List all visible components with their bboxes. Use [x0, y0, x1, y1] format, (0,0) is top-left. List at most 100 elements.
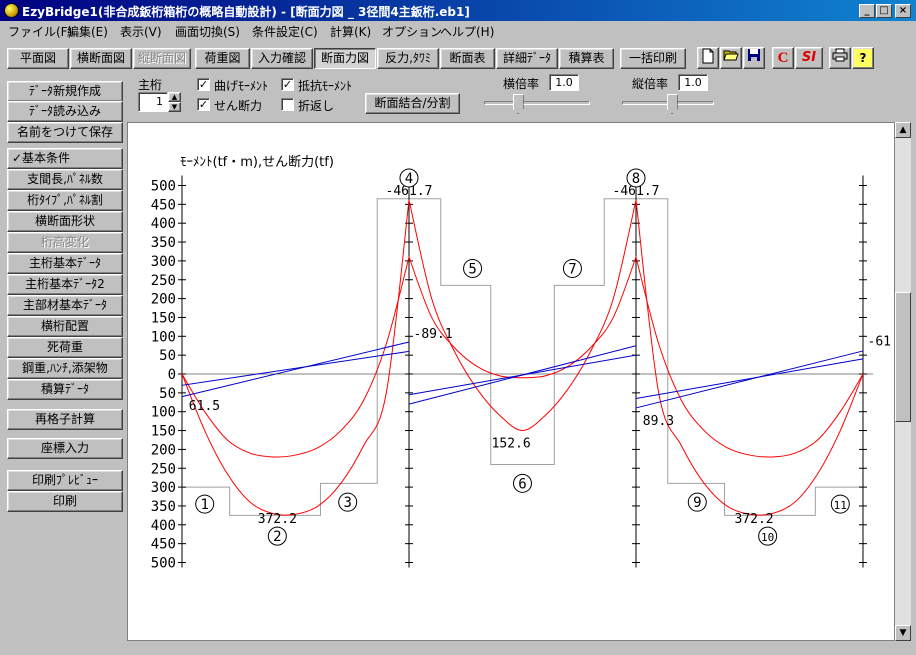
new-data-button[interactable]: ﾃﾞｰﾀ新規作成	[7, 81, 123, 102]
span-panel-button[interactable]: 支間長,ﾊﾟﾈﾙ数	[7, 169, 123, 190]
moment-label: 曲げﾓｰﾒﾝﾄ	[214, 79, 269, 93]
si-units-button[interactable]: SI	[795, 47, 823, 69]
menu-calc[interactable]: 計算(K)	[330, 23, 371, 40]
shear-label: せん断力	[214, 99, 263, 113]
y-tick-label: 50	[159, 386, 176, 402]
section-marker-number: 5	[468, 261, 476, 277]
hscale-field[interactable]: 1.0	[549, 74, 579, 91]
resist-moment-label: 抵抗ﾓｰﾒﾝﾄ	[298, 79, 353, 93]
menu-screen-switch[interactable]: 画面切換(S)	[175, 23, 240, 40]
shear-line	[635, 350, 864, 409]
print-preview-button[interactable]: 印刷ﾌﾟﾚﾋﾞｭｰ	[7, 470, 123, 491]
tab-force-diagram[interactable]: 断面力図	[314, 48, 376, 69]
menu-conditions[interactable]: 条件設定(C)	[252, 23, 318, 40]
section-marker-number: 8	[632, 171, 640, 187]
y-tick-label: 200	[151, 442, 176, 458]
menu-view[interactable]: 表示(V)	[120, 23, 162, 40]
save-as-button[interactable]: 名前をつけて保存	[7, 122, 123, 143]
main-girder-data-button[interactable]: 主桁基本ﾃﾞｰﾀ	[7, 253, 123, 274]
menu-edit[interactable]: 編集(E)	[67, 23, 108, 40]
girder-down-button[interactable]: ▼	[168, 102, 181, 112]
coordinate-input-button[interactable]: 座標入力	[7, 438, 123, 459]
y-tick-label: 400	[151, 216, 176, 232]
dead-load-button[interactable]: 死荷重	[7, 337, 123, 358]
moment-min-curve	[181, 255, 864, 458]
girder-number-field[interactable]: 1	[138, 92, 168, 112]
new-file-icon[interactable]	[697, 47, 719, 69]
y-tick-label: 150	[151, 424, 176, 440]
y-tick-label: 350	[151, 235, 176, 251]
section-marker-number: 4	[405, 171, 413, 187]
main-member-data-button[interactable]: 主部材基本ﾃﾞｰﾀ	[7, 295, 123, 316]
recalc-grid-button[interactable]: 再格子計算	[7, 409, 123, 430]
menu-help[interactable]: ヘルプ(H)	[440, 23, 494, 40]
estimate-data-button[interactable]: 積算ﾃﾞｰﾀ	[7, 379, 123, 400]
menu-file[interactable]: ファイル(F)	[8, 23, 72, 40]
value-label: 372.2	[258, 512, 297, 527]
y-tick-label: 100	[151, 405, 176, 421]
scroll-thumb[interactable]	[895, 292, 911, 422]
tab-longitudinal[interactable]: 縦断面図	[133, 48, 191, 69]
vscale-slider[interactable]	[666, 94, 678, 114]
app-icon[interactable]	[4, 3, 19, 18]
y-tick-label: 350	[151, 499, 176, 515]
tab-detail-data[interactable]: 詳細ﾃﾞｰﾀ	[496, 48, 558, 69]
save-disk-icon[interactable]	[743, 47, 765, 69]
menu-options[interactable]: オプション	[382, 23, 442, 40]
cross-section-shape-button[interactable]: 横断面形状	[7, 211, 123, 232]
printer-icon[interactable]	[829, 47, 851, 69]
y-tick-label: 0	[168, 367, 176, 383]
y-tick-label: 150	[151, 310, 176, 326]
girder-type-button[interactable]: 桁ﾀｲﾌﾟ,ﾊﾟﾈﾙ割	[7, 190, 123, 211]
open-folder-icon[interactable]	[720, 47, 742, 69]
shear-line	[181, 350, 410, 386]
tab-plan[interactable]: 平面図	[7, 48, 69, 69]
value-label: -89.1	[414, 327, 453, 342]
value-label: 372.2	[734, 512, 773, 527]
menu-bar: ファイル(F) 編集(E) 表示(V) 画面切換(S) 条件設定(C) 計算(K…	[0, 21, 916, 40]
y-tick-label: 450	[151, 537, 176, 553]
tab-reaction[interactable]: 反力,ﾀﾜﾐ	[377, 48, 439, 69]
maximize-button[interactable]: □	[876, 4, 892, 18]
tab-batch-print[interactable]: 一括印刷	[620, 48, 686, 69]
minimize-button[interactable]: _	[859, 4, 875, 18]
y-tick-label: 50	[159, 348, 176, 364]
cross-beam-layout-button[interactable]: 横桁配置	[7, 316, 123, 337]
y-tick-label: 500	[151, 179, 176, 195]
section-combine-button[interactable]: 断面結合/分割	[365, 93, 460, 114]
shear-checkbox[interactable]: ✓	[197, 98, 210, 111]
scroll-down-button[interactable]: ▼	[895, 625, 911, 641]
c-command-button[interactable]: C	[772, 47, 794, 69]
steel-weight-button[interactable]: 鋼重,ﾊﾝﾁ,添架物	[7, 358, 123, 379]
y-tick-label: 300	[151, 254, 176, 270]
girder-height-change-button[interactable]: 桁高変化	[7, 232, 123, 253]
title-bar: EzyBridge1(非合成鈑桁箱桁の概略自動設計) - [断面力図 _ 3径間…	[0, 0, 916, 21]
value-label: 89.3	[643, 414, 674, 429]
y-tick-label: 450	[151, 197, 176, 213]
moment-checkbox[interactable]: ✓	[197, 78, 210, 91]
main-girder-data2-button[interactable]: 主桁基本ﾃﾞｰﾀ2	[7, 274, 123, 295]
resist-moment-checkbox[interactable]: ✓	[281, 78, 294, 91]
girder-up-button[interactable]: ▲	[168, 92, 181, 102]
tab-estimate[interactable]: 積算表	[559, 48, 614, 69]
hscale-slider[interactable]	[512, 94, 524, 114]
print-button[interactable]: 印刷	[7, 491, 123, 512]
vscale-field[interactable]: 1.0	[678, 74, 708, 91]
vscale-label: 縦倍率	[632, 77, 669, 91]
basic-conditions-button[interactable]: ✓基本条件	[7, 148, 123, 169]
fold-checkbox[interactable]	[281, 98, 294, 111]
section-marker-number: 11	[834, 499, 847, 512]
tab-input-check[interactable]: 入力確認	[251, 48, 313, 69]
help-icon[interactable]: ?	[852, 47, 874, 69]
value-label: 61.5	[189, 399, 220, 414]
section-marker-number: 1	[200, 497, 208, 513]
tab-load[interactable]: 荷重図	[195, 48, 250, 69]
load-data-button[interactable]: ﾃﾞｰﾀ読み込み	[7, 101, 123, 122]
section-marker-number: 6	[518, 476, 526, 492]
close-button[interactable]: ×	[895, 4, 911, 18]
tab-section-table[interactable]: 断面表	[440, 48, 495, 69]
vertical-scrollbar[interactable]: ▲ ▼	[895, 122, 911, 641]
tab-cross-section[interactable]: 横断面図	[70, 48, 132, 69]
section-marker-number: 10	[761, 531, 774, 544]
scroll-up-button[interactable]: ▲	[895, 122, 911, 138]
